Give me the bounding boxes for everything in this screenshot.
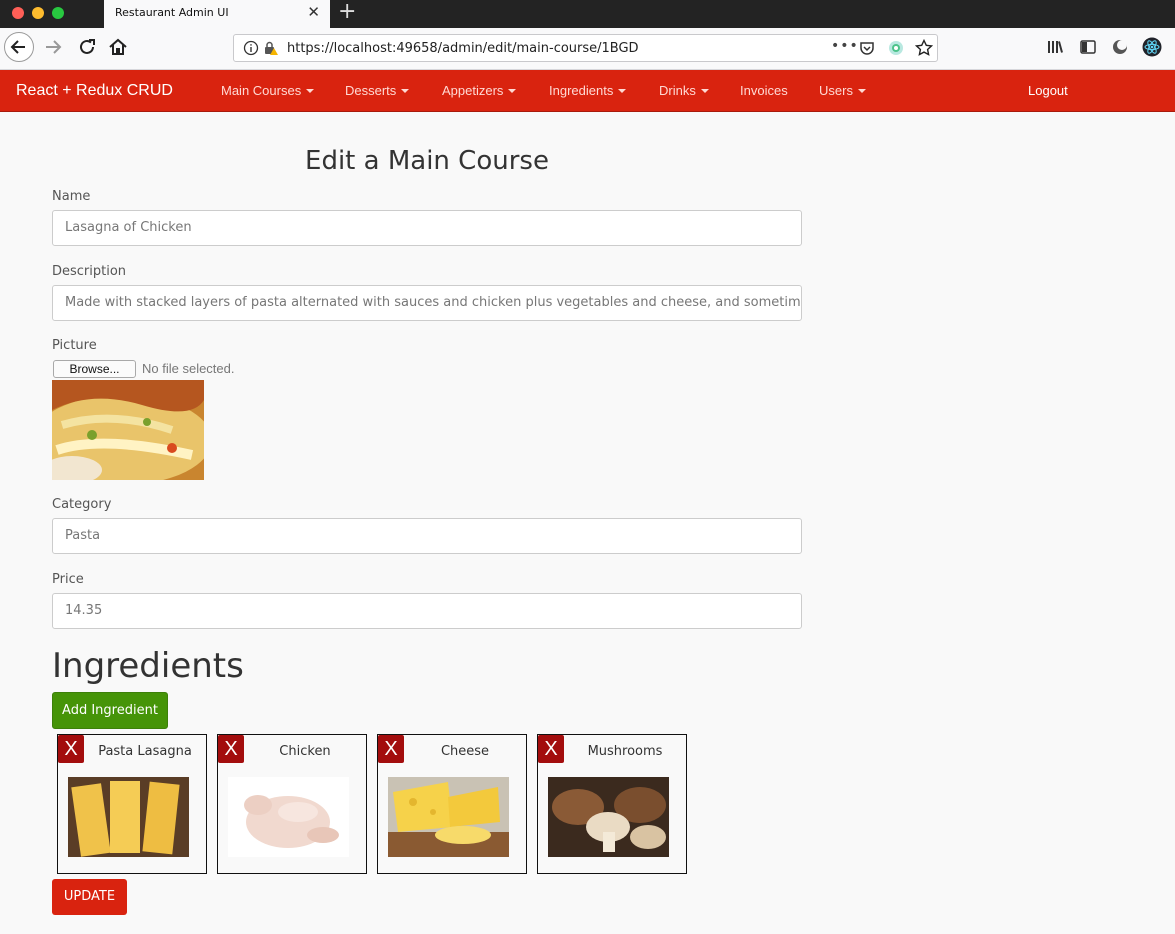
home-icon[interactable]	[107, 36, 129, 58]
caret-down-icon	[857, 88, 866, 93]
price-label: Price	[52, 572, 84, 587]
url-text: https://localhost:49658/admin/edit/main-…	[287, 41, 639, 56]
nav-main-courses[interactable]: Main Courses	[221, 83, 315, 98]
remove-ingredient-button[interactable]: X	[378, 735, 404, 763]
nav-item-label: Main Courses	[221, 83, 302, 98]
browse-file-button[interactable]: Browse...	[53, 360, 136, 378]
description-field[interactable]: Made with stacked layers of pasta altern…	[52, 285, 802, 321]
bookmark-star-icon[interactable]	[915, 39, 933, 57]
ingredient-card: X Mushrooms	[537, 734, 687, 874]
ingredient-card: X Chicken	[217, 734, 367, 874]
category-label: Category	[52, 497, 112, 512]
caret-down-icon	[618, 88, 627, 93]
caret-down-icon	[508, 88, 517, 93]
price-field[interactable]: 14.35	[52, 593, 802, 629]
nav-appetizers[interactable]: Appetizers	[442, 83, 517, 98]
ingredient-name: Pasta Lasagna	[98, 744, 192, 759]
nav-item-label: Ingredients	[549, 83, 614, 98]
ingredients-heading: Ingredients	[52, 646, 244, 686]
file-status: No file selected.	[142, 361, 235, 376]
name-label: Name	[52, 189, 91, 204]
ingredient-card: X Cheese	[377, 734, 527, 874]
nav-drinks[interactable]: Drinks	[659, 83, 709, 98]
close-tab-icon[interactable]: ✕	[307, 4, 320, 20]
close-window-button[interactable]	[12, 7, 24, 19]
address-bar[interactable]: https://localhost:49658/admin/edit/main-…	[233, 34, 938, 62]
library-icon[interactable]	[1046, 38, 1064, 56]
extension-icon[interactable]	[888, 40, 904, 56]
nav-item-label: Users	[819, 83, 853, 98]
dark-mode-icon[interactable]	[1111, 38, 1129, 56]
reload-icon[interactable]	[76, 36, 98, 58]
tab-title: Restaurant Admin UI	[115, 6, 229, 19]
ingredient-name: Mushrooms	[587, 744, 663, 759]
ingredient-card: X Pasta Lasagna	[57, 734, 207, 874]
ingredient-name: Chicken	[279, 744, 331, 759]
remove-ingredient-button[interactable]: X	[58, 735, 84, 763]
minimize-window-button[interactable]	[32, 7, 44, 19]
main-course-picture	[52, 380, 204, 480]
app-navbar: React + Redux CRUD Main Courses Desserts…	[0, 70, 1175, 112]
browser-toolbar: https://localhost:49658/admin/edit/main-…	[0, 28, 1175, 70]
nav-item-label: Desserts	[345, 83, 397, 98]
update-button[interactable]: UPDATE	[52, 879, 127, 915]
page-title: Edit a Main Course	[305, 146, 549, 176]
back-button[interactable]	[4, 32, 34, 62]
nav-invoices[interactable]: Invoices	[740, 83, 788, 98]
page-actions-icon[interactable]: •••	[831, 38, 859, 54]
caret-down-icon	[401, 88, 410, 93]
logout-link[interactable]: Logout	[1028, 83, 1068, 98]
browser-tab[interactable]: Restaurant Admin UI ✕	[104, 0, 330, 28]
pocket-icon[interactable]	[859, 40, 875, 56]
forward-arrow-icon[interactable]	[42, 36, 64, 58]
sidebar-icon[interactable]	[1079, 38, 1097, 56]
react-devtools-icon[interactable]	[1142, 37, 1162, 57]
new-tab-button[interactable]: +	[338, 1, 356, 23]
remove-ingredient-button[interactable]: X	[218, 735, 244, 763]
ingredient-name: Cheese	[440, 744, 490, 759]
cheese-image	[388, 777, 509, 857]
caret-down-icon	[700, 88, 709, 93]
remove-ingredient-button[interactable]: X	[538, 735, 564, 763]
maximize-window-button[interactable]	[52, 7, 64, 19]
insecure-lock-icon[interactable]	[263, 40, 279, 56]
category-field[interactable]: Pasta	[52, 518, 802, 554]
nav-users[interactable]: Users	[819, 83, 866, 98]
caret-down-icon	[306, 88, 315, 93]
add-ingredient-button[interactable]: Add Ingredient	[52, 692, 168, 729]
nav-desserts[interactable]: Desserts	[345, 83, 410, 98]
mushrooms-image	[548, 777, 669, 857]
browser-tab-bar: Restaurant Admin UI ✕ +	[0, 0, 1175, 28]
description-label: Description	[52, 264, 127, 279]
pasta-lasagna-image	[68, 777, 189, 857]
chicken-image	[228, 777, 349, 857]
navbar-brand[interactable]: React + Redux CRUD	[16, 82, 173, 100]
back-arrow-icon	[10, 40, 25, 54]
picture-label: Picture	[52, 338, 97, 353]
nav-item-label: Invoices	[740, 83, 788, 98]
info-icon[interactable]	[243, 40, 259, 56]
nav-ingredients[interactable]: Ingredients	[549, 83, 627, 98]
nav-item-label: Appetizers	[442, 83, 504, 98]
nav-item-label: Drinks	[659, 83, 696, 98]
name-field[interactable]: Lasagna of Chicken	[52, 210, 802, 246]
